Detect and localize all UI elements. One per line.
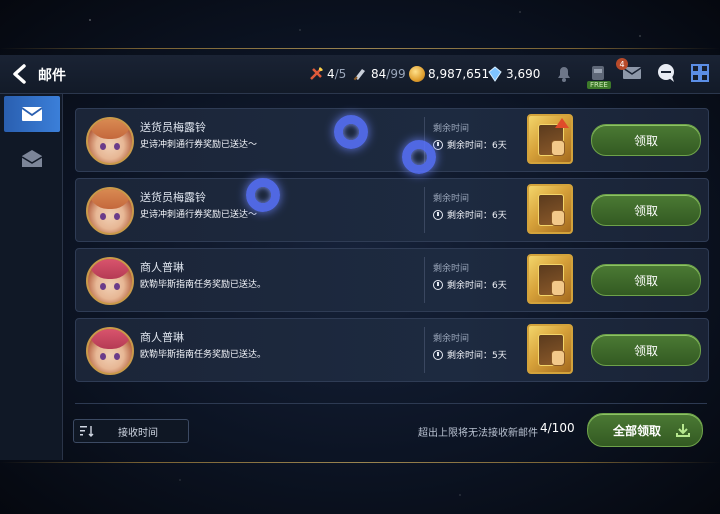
gold-coin-icon — [409, 66, 425, 82]
mail-sidebar — [0, 94, 63, 460]
sort-button[interactable]: 接收时间 — [73, 419, 189, 443]
sender-avatar — [86, 257, 134, 305]
remaining-time-label: 剩余时间 — [433, 334, 470, 344]
remaining-time: 剩余时间：6天 — [433, 278, 507, 291]
crystal-value: 3,690 — [506, 67, 541, 81]
remaining-time-label: 剩余时间 — [433, 194, 470, 204]
reward-item-icon[interactable] — [527, 184, 573, 234]
card-divider — [424, 187, 425, 233]
chat-button[interactable] — [652, 59, 680, 87]
mail-message: 史诗冲刺通行券奖励已送达～ — [140, 140, 258, 150]
mail-card[interactable]: 商人普琳 欧勒毕斯指南任务奖励已送达。 剩余时间 剩余时间：6天 领取 — [75, 248, 709, 312]
mail-card[interactable]: 送货员梅露铃 史诗冲刺通行券奖励已送达～ 剩余时间 剩余时间：6天 领取 — [75, 108, 709, 172]
stamina-resource[interactable]: 4/5 — [308, 64, 346, 84]
remaining-time-value: 剩余时间：6天 — [447, 141, 507, 151]
mail-message: 欧勒毕斯指南任务奖励已送达。 — [140, 280, 267, 290]
open-envelope-icon — [21, 150, 43, 167]
stamina-icon — [310, 67, 323, 80]
clock-icon — [433, 279, 443, 290]
claim-button[interactable]: 领取 — [591, 264, 701, 296]
upgrade-arrow-icon — [555, 118, 569, 128]
sort-icon — [80, 426, 94, 437]
bell-icon — [558, 67, 570, 82]
claim-button[interactable]: 领取 — [591, 124, 701, 156]
ticket-icon — [353, 69, 365, 81]
mail-sender: 商人普琳 — [140, 331, 184, 344]
game-screen: 邮件 4/5 84/99 8,987,651 3,690 FREE 4 送货员梅… — [0, 0, 720, 514]
card-divider — [424, 327, 425, 373]
gold-value: 8,987,651 — [428, 67, 490, 81]
remaining-time-label: 剩余时间 — [433, 124, 470, 134]
bottom-gold-border — [0, 462, 720, 463]
stamina-value: 4 — [327, 67, 335, 81]
mail-card[interactable]: 送货员梅露铃 史诗冲刺通行券奖励已送达～ 剩余时间 剩余时间：6天 领取 — [75, 178, 709, 242]
mail-sender: 商人普琳 — [140, 261, 184, 274]
chat-icon — [658, 64, 674, 82]
mail-list: 送货员梅露铃 史诗冲刺通行券奖励已送达～ 剩余时间 剩余时间：6天 领取 送货员… — [62, 94, 720, 460]
sort-label: 接收时间 — [118, 427, 158, 439]
touch-ring — [402, 140, 436, 174]
reward-item-icon[interactable] — [527, 254, 573, 304]
bell-button[interactable] — [550, 59, 578, 87]
remaining-time: 剩余时间：5天 — [433, 348, 507, 361]
remaining-time: 剩余时间：6天 — [433, 138, 507, 151]
clock-icon — [433, 209, 443, 220]
crystal-resource[interactable]: 3,690 — [487, 64, 540, 84]
reward-item-icon[interactable] — [527, 324, 573, 374]
stamina-max: /5 — [334, 67, 347, 81]
tab-inbox[interactable] — [4, 96, 60, 132]
ticket-resource[interactable]: 84/99 — [352, 64, 406, 84]
remaining-time-label: 剩余时间 — [433, 264, 470, 274]
gold-resource[interactable]: 8,987,651 — [409, 64, 489, 84]
top-bar: 邮件 4/5 84/99 8,987,651 3,690 FREE 4 — [0, 55, 720, 94]
mail-sender: 送货员梅露铃 — [140, 121, 206, 134]
claim-button[interactable]: 领取 — [591, 194, 701, 226]
envelope-icon — [21, 107, 43, 121]
mail-card[interactable]: 商人普琳 欧勒毕斯指南任务奖励已送达。 剩余时间 剩余时间：5天 领取 — [75, 318, 709, 382]
touch-ring — [246, 178, 280, 212]
claim-all-label: 全部领取 — [613, 423, 662, 438]
claim-button[interactable]: 领取 — [591, 334, 701, 366]
ticket-value: 84 — [371, 67, 387, 81]
clock-icon — [433, 349, 443, 360]
machine-icon — [592, 66, 604, 80]
touch-ring — [334, 115, 368, 149]
menu-button[interactable] — [686, 59, 714, 87]
footer-divider — [75, 403, 707, 404]
top-gold-border — [0, 48, 720, 49]
remaining-time-value: 剩余时间：6天 — [447, 281, 507, 291]
mail-button[interactable]: 4 — [616, 58, 646, 87]
clock-icon — [433, 139, 443, 150]
remaining-time: 剩余时间：6天 — [433, 208, 507, 221]
sender-avatar — [86, 327, 134, 375]
mail-count-badge: 4 — [616, 58, 628, 70]
card-divider — [424, 257, 425, 303]
tab-read-mail[interactable] — [4, 140, 60, 176]
sender-avatar — [86, 187, 134, 235]
mail-count: 4/100 — [540, 421, 575, 435]
mail-message: 史诗冲刺通行券奖励已送达～ — [140, 210, 258, 220]
remaining-time-value: 剩余时间：5天 — [447, 351, 507, 361]
mail-limit-text: 超出上限将无法接收新邮件 — [418, 428, 538, 439]
mail-sender: 送货员梅露铃 — [140, 191, 206, 204]
crystal-icon — [488, 66, 502, 82]
claim-all-button[interactable]: 全部领取 — [587, 413, 703, 447]
page-title: 邮件 — [38, 68, 66, 84]
download-icon — [676, 424, 691, 437]
sender-avatar — [86, 117, 134, 165]
reward-item-icon[interactable] — [527, 114, 573, 164]
free-badge: FREE — [587, 81, 611, 89]
ticket-max: /99 — [386, 67, 406, 81]
back-arrow-icon[interactable] — [10, 64, 30, 84]
mail-message: 欧勒毕斯指南任务奖励已送达。 — [140, 350, 267, 360]
top-icon-group: FREE 4 — [550, 58, 714, 89]
grid-menu-icon — [691, 64, 709, 82]
remaining-time-value: 剩余时间：6天 — [447, 211, 507, 221]
free-gift-button[interactable]: FREE — [584, 59, 612, 89]
